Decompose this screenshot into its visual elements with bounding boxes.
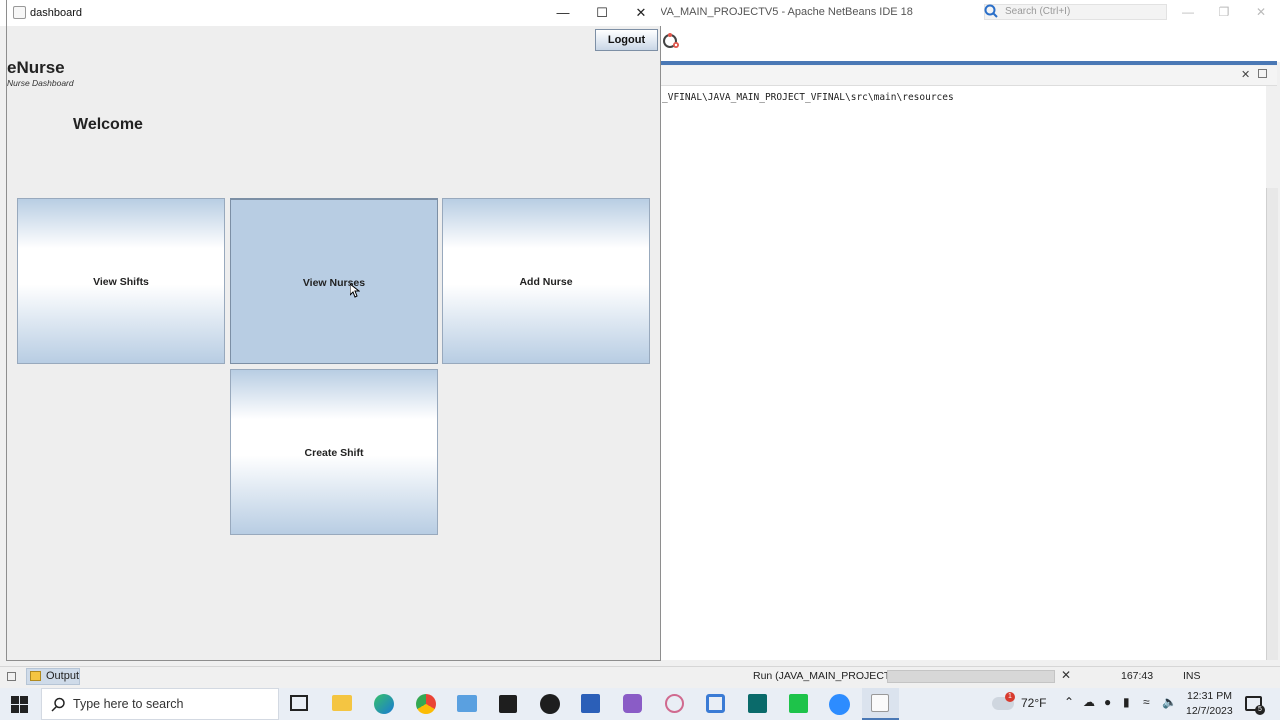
output-folder-icon [30,671,41,681]
taskbar: Type here to search 1 72°F ⌃ ☁ ● ▮ ≈ 🔈 1… [0,688,1280,720]
java-app-icon [13,6,26,19]
photos-app-icon[interactable] [457,695,477,712]
create-shift-button[interactable]: Create Shift [230,369,438,535]
close-icon[interactable]: ✕ [626,3,656,23]
dashboard-window-title: dashboard [30,7,82,19]
netbeans-taskbar-icon[interactable] [706,694,725,713]
word-icon[interactable] [581,694,600,713]
profile-project-icon[interactable] [661,32,681,52]
weather-badge: 1 [1005,692,1015,702]
battery-icon[interactable]: ▮ [1123,695,1130,709]
clock-date[interactable]: 12/7/2023 [1186,705,1233,717]
insert-mode: INS [1183,670,1201,682]
task-view-icon[interactable] [290,695,308,711]
clock-time[interactable]: 12:31 PM [1187,690,1232,702]
close-icon[interactable]: ✕ [1251,3,1271,21]
microphone-icon[interactable]: ● [1104,695,1111,709]
notification-badge: 5 [1255,705,1265,715]
view-nurses-button[interactable]: View Nurses [230,198,438,364]
taskbar-search-placeholder: Type here to search [73,697,184,711]
output-panel-header [660,66,1277,86]
app-subtitle: Nurse Dashboard [7,78,74,88]
windows-start-icon[interactable] [11,696,28,713]
welcome-heading: Welcome [73,116,143,133]
notes-app-icon[interactable] [499,695,517,713]
teams-like-icon[interactable] [789,694,808,713]
mouse-cursor-icon [350,284,360,298]
panel-close-icon[interactable]: ✕ [1241,68,1250,81]
caret-position: 167:43 [1121,670,1154,682]
zoom-icon[interactable] [829,694,850,715]
chevron-up-icon[interactable]: ⌃ [1064,695,1074,709]
netbeans-toolbar [660,26,1280,62]
network-icon[interactable]: ☁ [1083,695,1095,709]
java-app-taskbar-button[interactable] [862,688,899,720]
restore-icon[interactable]: ❐ [1214,3,1234,21]
view-shifts-button[interactable]: View Shifts [17,198,225,364]
panel-restore-icon[interactable] [1258,69,1267,78]
search-icon[interactable] [983,3,1001,21]
search-icon [51,697,65,712]
netbeans-title: VA_MAIN_PROJECTV5 - Apache NetBeans IDE … [660,6,913,18]
logout-button[interactable]: Logout [595,29,658,51]
snipping-tool-icon[interactable] [665,694,684,713]
minimize-icon[interactable]: — [548,3,578,23]
volume-icon[interactable]: 🔈 [1162,695,1177,709]
output-tab-label[interactable]: Output [46,670,79,682]
run-status-label: Run (JAVA_MAIN_PROJECTV5) [753,670,907,682]
media-player-icon[interactable] [540,694,560,714]
maximize-icon[interactable]: ☐ [587,3,617,23]
weather-temperature[interactable]: 72°F [1021,696,1046,710]
wifi-icon[interactable]: ≈ [1143,695,1150,709]
ide-status-bar [0,666,1280,688]
minimize-icon[interactable]: — [1178,3,1198,21]
chrome-icon[interactable] [416,694,436,714]
visual-studio-icon[interactable] [623,694,642,713]
taskbar-search-box[interactable]: Type here to search [41,688,279,720]
panel-toggle-icon[interactable] [7,672,16,681]
add-nurse-button[interactable]: Add Nurse [442,198,650,364]
output-path-text: _VFINAL\JAVA_MAIN_PROJECT_VFINAL\src\mai… [662,92,954,103]
store-icon[interactable] [748,694,767,713]
netbeans-search-placeholder: Search (Ctrl+I) [1005,6,1071,17]
editor-tab-indicator [660,61,1277,65]
run-progress-bar [887,670,1055,683]
file-explorer-icon[interactable] [332,695,352,711]
output-panel [660,66,1266,660]
java-coffee-icon [871,694,889,712]
output-scrollbar[interactable] [1266,188,1278,660]
edge-browser-icon[interactable] [374,694,394,714]
cancel-run-icon[interactable]: ✕ [1061,668,1071,682]
app-brand: eNurse [7,58,65,77]
dashboard-window: dashboard — ☐ ✕ Logout eNurse Nurse Dash… [6,0,661,661]
